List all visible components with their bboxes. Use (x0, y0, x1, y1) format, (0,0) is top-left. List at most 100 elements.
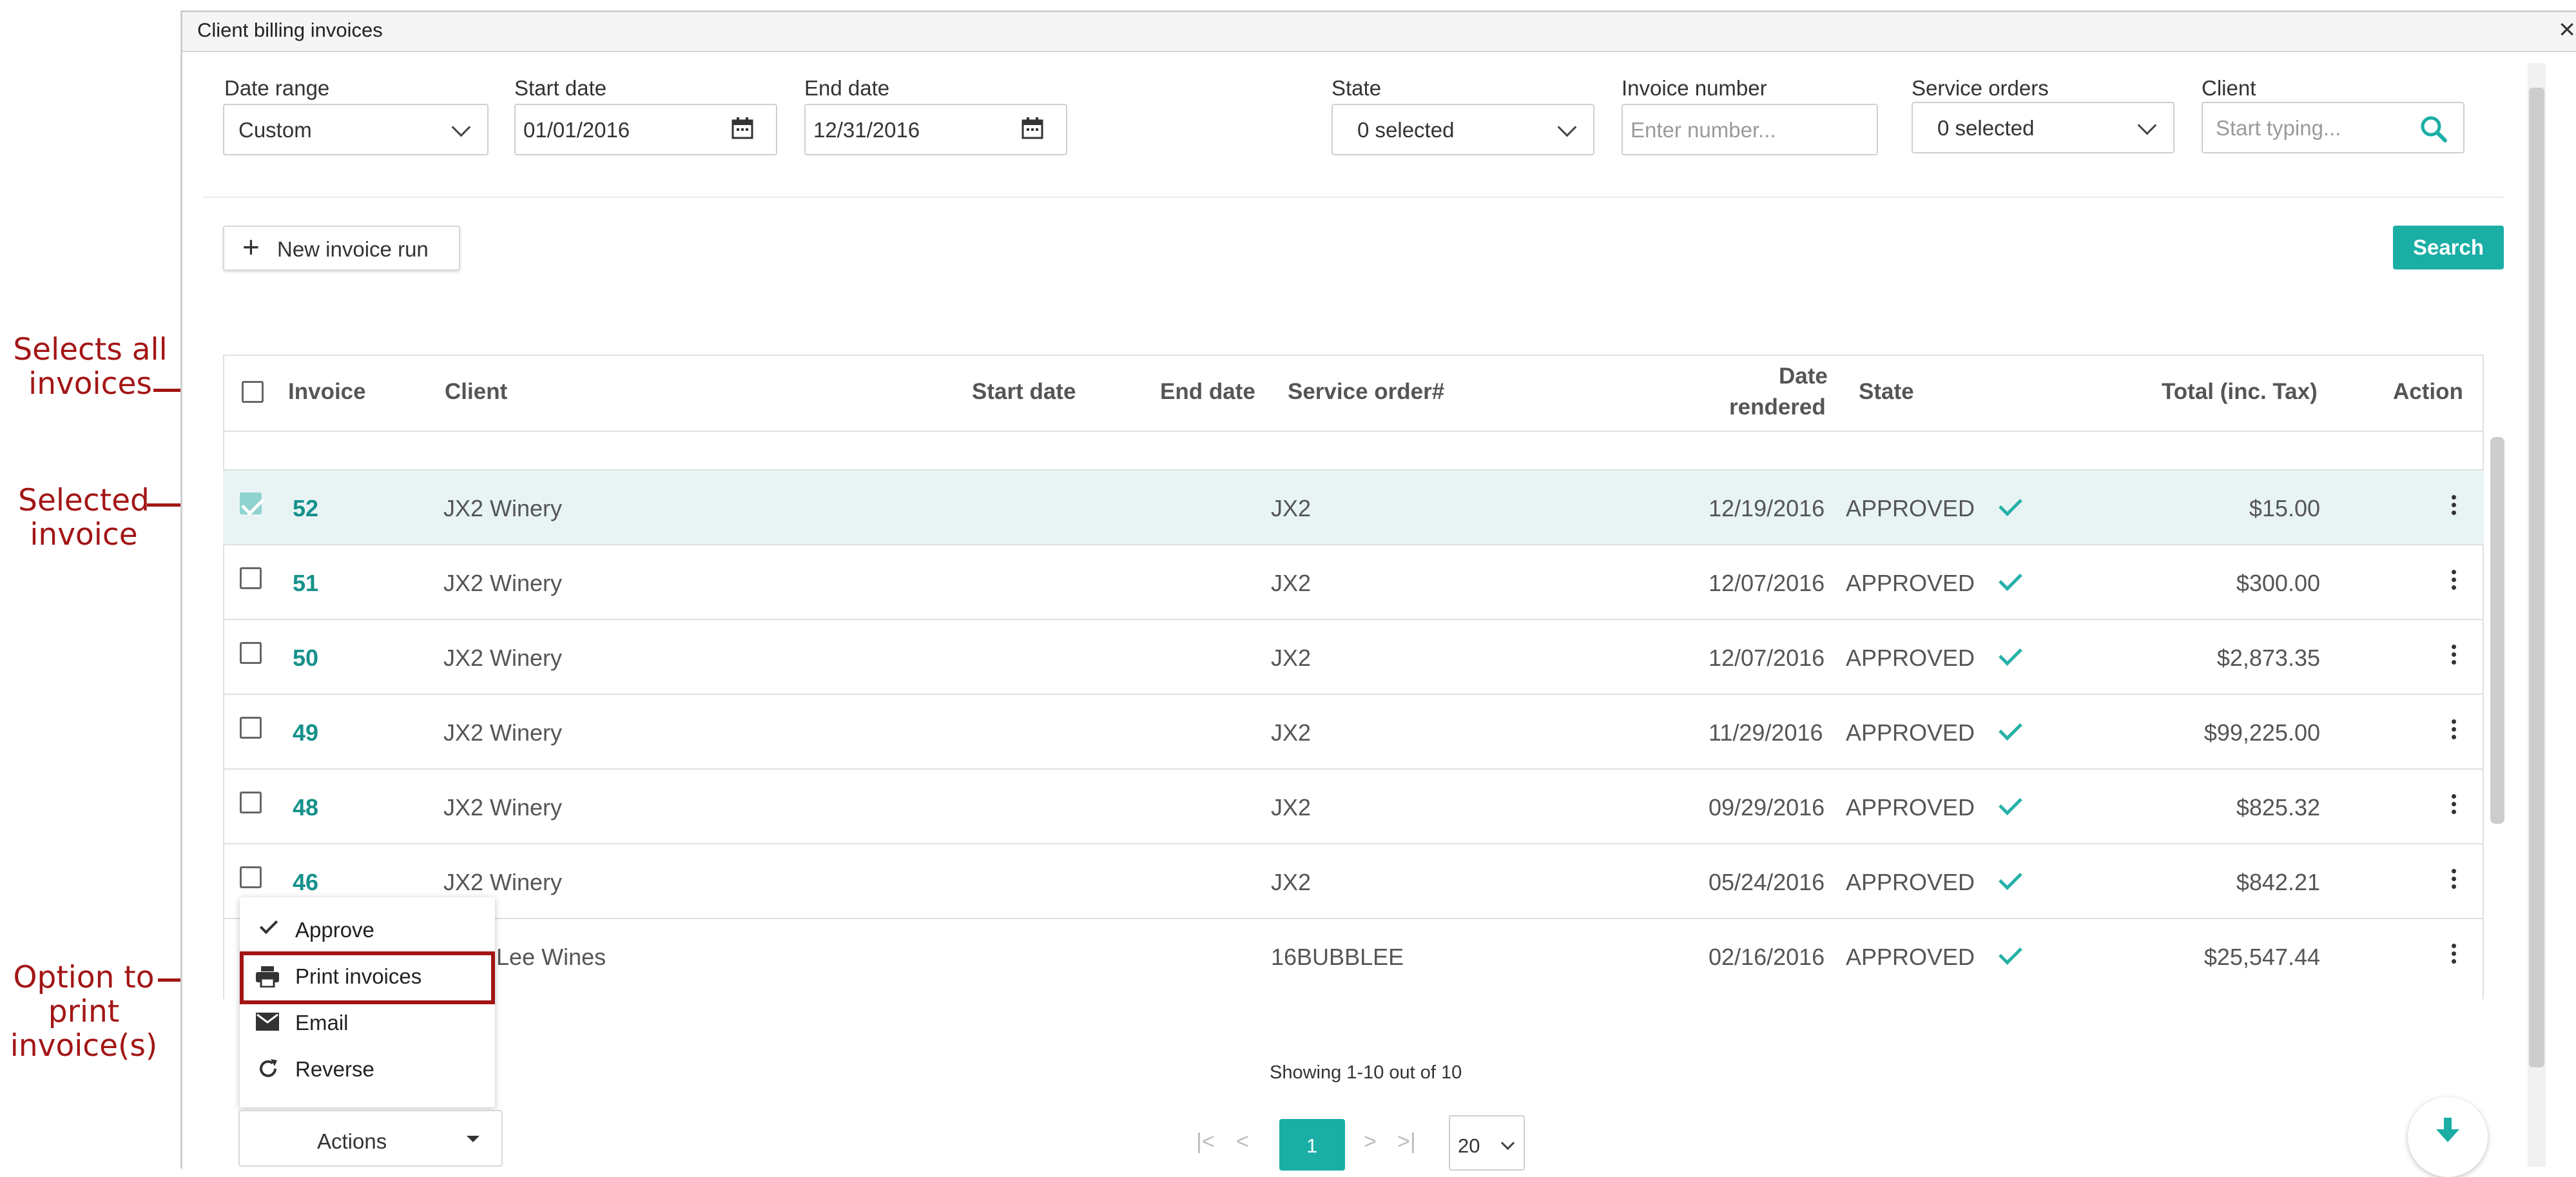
invoice-link[interactable]: 48 (293, 794, 318, 821)
chevron-down-icon (451, 117, 471, 137)
kebab-menu-icon[interactable] (2452, 570, 2456, 574)
client-placeholder: Start typing... (2216, 116, 2341, 140)
client-cell: b Lee Wines (477, 944, 606, 970)
header-state[interactable]: State (1859, 379, 1914, 405)
header-date-rendered-2[interactable]: rendered (1729, 394, 1826, 420)
total-cell: $99,225.00 (2203, 719, 2320, 746)
table-row[interactable]: b Lee Wines 16BUBBLEE 02/16/2016 APPROVE… (223, 919, 2484, 994)
row-checkbox[interactable] (240, 866, 262, 888)
date-range-select[interactable]: Custom (223, 104, 489, 155)
client-search-input[interactable]: Start typing... (2202, 102, 2465, 153)
table-row[interactable]: 51 JX2 Winery JX2 12/07/2016 APPROVED $3… (223, 545, 2484, 620)
kebab-menu-icon[interactable] (2452, 869, 2456, 873)
invoice-number-input[interactable]: Enter number... (1622, 104, 1878, 155)
date-rendered-cell: 12/07/2016 (1709, 645, 1825, 671)
header-total[interactable]: Total (inc. Tax) (2162, 379, 2318, 405)
table-scrollbar[interactable] (2490, 437, 2504, 824)
header-start-date[interactable]: Start date (972, 379, 1076, 405)
chevron-down-icon (1500, 1136, 1515, 1151)
page-size-select[interactable]: 20 (1449, 1115, 1525, 1171)
row-checkbox[interactable] (240, 792, 262, 813)
kebab-menu-icon[interactable] (2452, 495, 2456, 500)
invoice-link[interactable]: 46 (293, 869, 318, 896)
table-row[interactable]: 49 JX2 Winery JX2 11/29/2016 APPROVED $9… (223, 695, 2484, 770)
approved-check-icon (1999, 492, 2022, 516)
service-order-cell: JX2 (1271, 719, 1312, 746)
row-checkbox[interactable] (240, 642, 262, 664)
plus-icon: + (242, 230, 260, 264)
row-checkbox[interactable] (240, 492, 265, 516)
invoice-link[interactable]: 50 (293, 645, 318, 672)
state-cell: APPROVED (1846, 719, 1975, 746)
header-service-order[interactable]: Service order# (1288, 379, 1444, 405)
close-icon[interactable]: × (2559, 14, 2575, 46)
service-order-cell: JX2 (1271, 570, 1312, 596)
kebab-menu-icon[interactable] (2452, 719, 2456, 724)
window-scrollbar[interactable] (2529, 88, 2544, 1067)
table-row[interactable]: 48 JX2 Winery JX2 09/29/2016 APPROVED $8… (223, 770, 2484, 844)
state-select[interactable]: 0 selected (1332, 104, 1594, 155)
header-end-date[interactable]: End date (1160, 379, 1255, 405)
state-cell: APPROVED (1846, 570, 1975, 596)
calendar-icon[interactable] (731, 117, 754, 140)
menu-item-reverse[interactable]: Reverse (240, 1046, 495, 1091)
table-row[interactable]: 46 JX2 Winery JX2 05/24/2016 APPROVED $8… (223, 844, 2484, 919)
state-cell: APPROVED (1846, 495, 1975, 521)
service-order-cell: 16BUBBLEE (1271, 944, 1404, 970)
approved-check-icon (1999, 717, 2022, 741)
next-page-icon[interactable]: > (1364, 1129, 1377, 1154)
callout-selected-invoice: Selected invoice (18, 483, 150, 552)
client-cell: JX2 Winery (443, 495, 563, 521)
header-client[interactable]: Client (445, 379, 507, 405)
header-invoice[interactable]: Invoice (288, 379, 366, 405)
search-icon[interactable] (2419, 115, 2448, 143)
service-orders-select[interactable]: 0 selected (1912, 102, 2174, 153)
first-page-icon[interactable]: |< (1196, 1129, 1215, 1154)
new-invoice-run-button[interactable]: + New invoice run (223, 226, 460, 271)
service-orders-value: 0 selected (1937, 116, 2035, 140)
kebab-menu-icon[interactable] (2452, 794, 2456, 799)
state-cell: APPROVED (1846, 794, 1975, 821)
header-date-rendered-1[interactable]: Date (1779, 364, 1828, 389)
last-page-icon[interactable]: >| (1397, 1129, 1416, 1154)
actions-label: Actions (317, 1129, 387, 1153)
client-cell: JX2 Winery (443, 794, 563, 821)
table-row[interactable]: 50 JX2 Winery JX2 12/07/2016 APPROVED $2… (223, 620, 2484, 695)
invoice-link[interactable]: 51 (293, 570, 318, 597)
prev-page-icon[interactable]: < (1236, 1129, 1249, 1154)
invoice-number-label: Invoice number (1622, 76, 1767, 100)
page-1-button[interactable]: 1 (1279, 1119, 1345, 1171)
date-rendered-cell: 09/29/2016 (1709, 794, 1825, 821)
calendar-icon[interactable] (1021, 117, 1044, 140)
chevron-down-icon (2137, 115, 2157, 135)
invoice-link[interactable]: 49 (293, 719, 318, 746)
row-checkbox[interactable] (240, 717, 262, 739)
menu-item-label: Email (295, 1011, 349, 1035)
scroll-down-button[interactable] (2408, 1097, 2488, 1177)
row-checkbox[interactable] (240, 567, 262, 589)
invoice-number-placeholder: Enter number... (1631, 118, 1776, 142)
date-rendered-cell: 11/29/2016 (1709, 719, 1823, 746)
actions-button[interactable]: Actions (238, 1110, 503, 1167)
end-date-field[interactable]: 12/31/2016 (804, 104, 1067, 155)
start-date-value: 01/01/2016 (523, 118, 630, 142)
date-rendered-cell: 12/19/2016 (1709, 495, 1825, 521)
date-rendered-cell: 02/16/2016 (1709, 944, 1825, 970)
window-titlebar: Client billing invoices × (182, 12, 2576, 52)
approved-check-icon (1999, 792, 2022, 815)
service-order-cell: JX2 (1271, 869, 1312, 895)
search-button[interactable]: Search (2393, 226, 2504, 269)
start-date-field[interactable]: 01/01/2016 (514, 104, 777, 155)
invoice-link[interactable]: 52 (293, 495, 318, 522)
menu-item-approve[interactable]: Approve (240, 906, 495, 951)
table-row[interactable]: 52 JX2 Winery JX2 12/19/2016 APPROVED $1… (223, 469, 2484, 545)
kebab-menu-icon[interactable] (2452, 645, 2456, 649)
service-orders-label: Service orders (1912, 76, 2049, 100)
menu-item-email[interactable]: Email (240, 999, 495, 1044)
check-icon (241, 492, 265, 516)
filters-divider (202, 197, 2504, 198)
approved-check-icon (1999, 866, 2022, 890)
kebab-menu-icon[interactable] (2452, 944, 2456, 948)
approved-check-icon (1999, 567, 2022, 591)
select-all-checkbox[interactable] (242, 381, 264, 403)
